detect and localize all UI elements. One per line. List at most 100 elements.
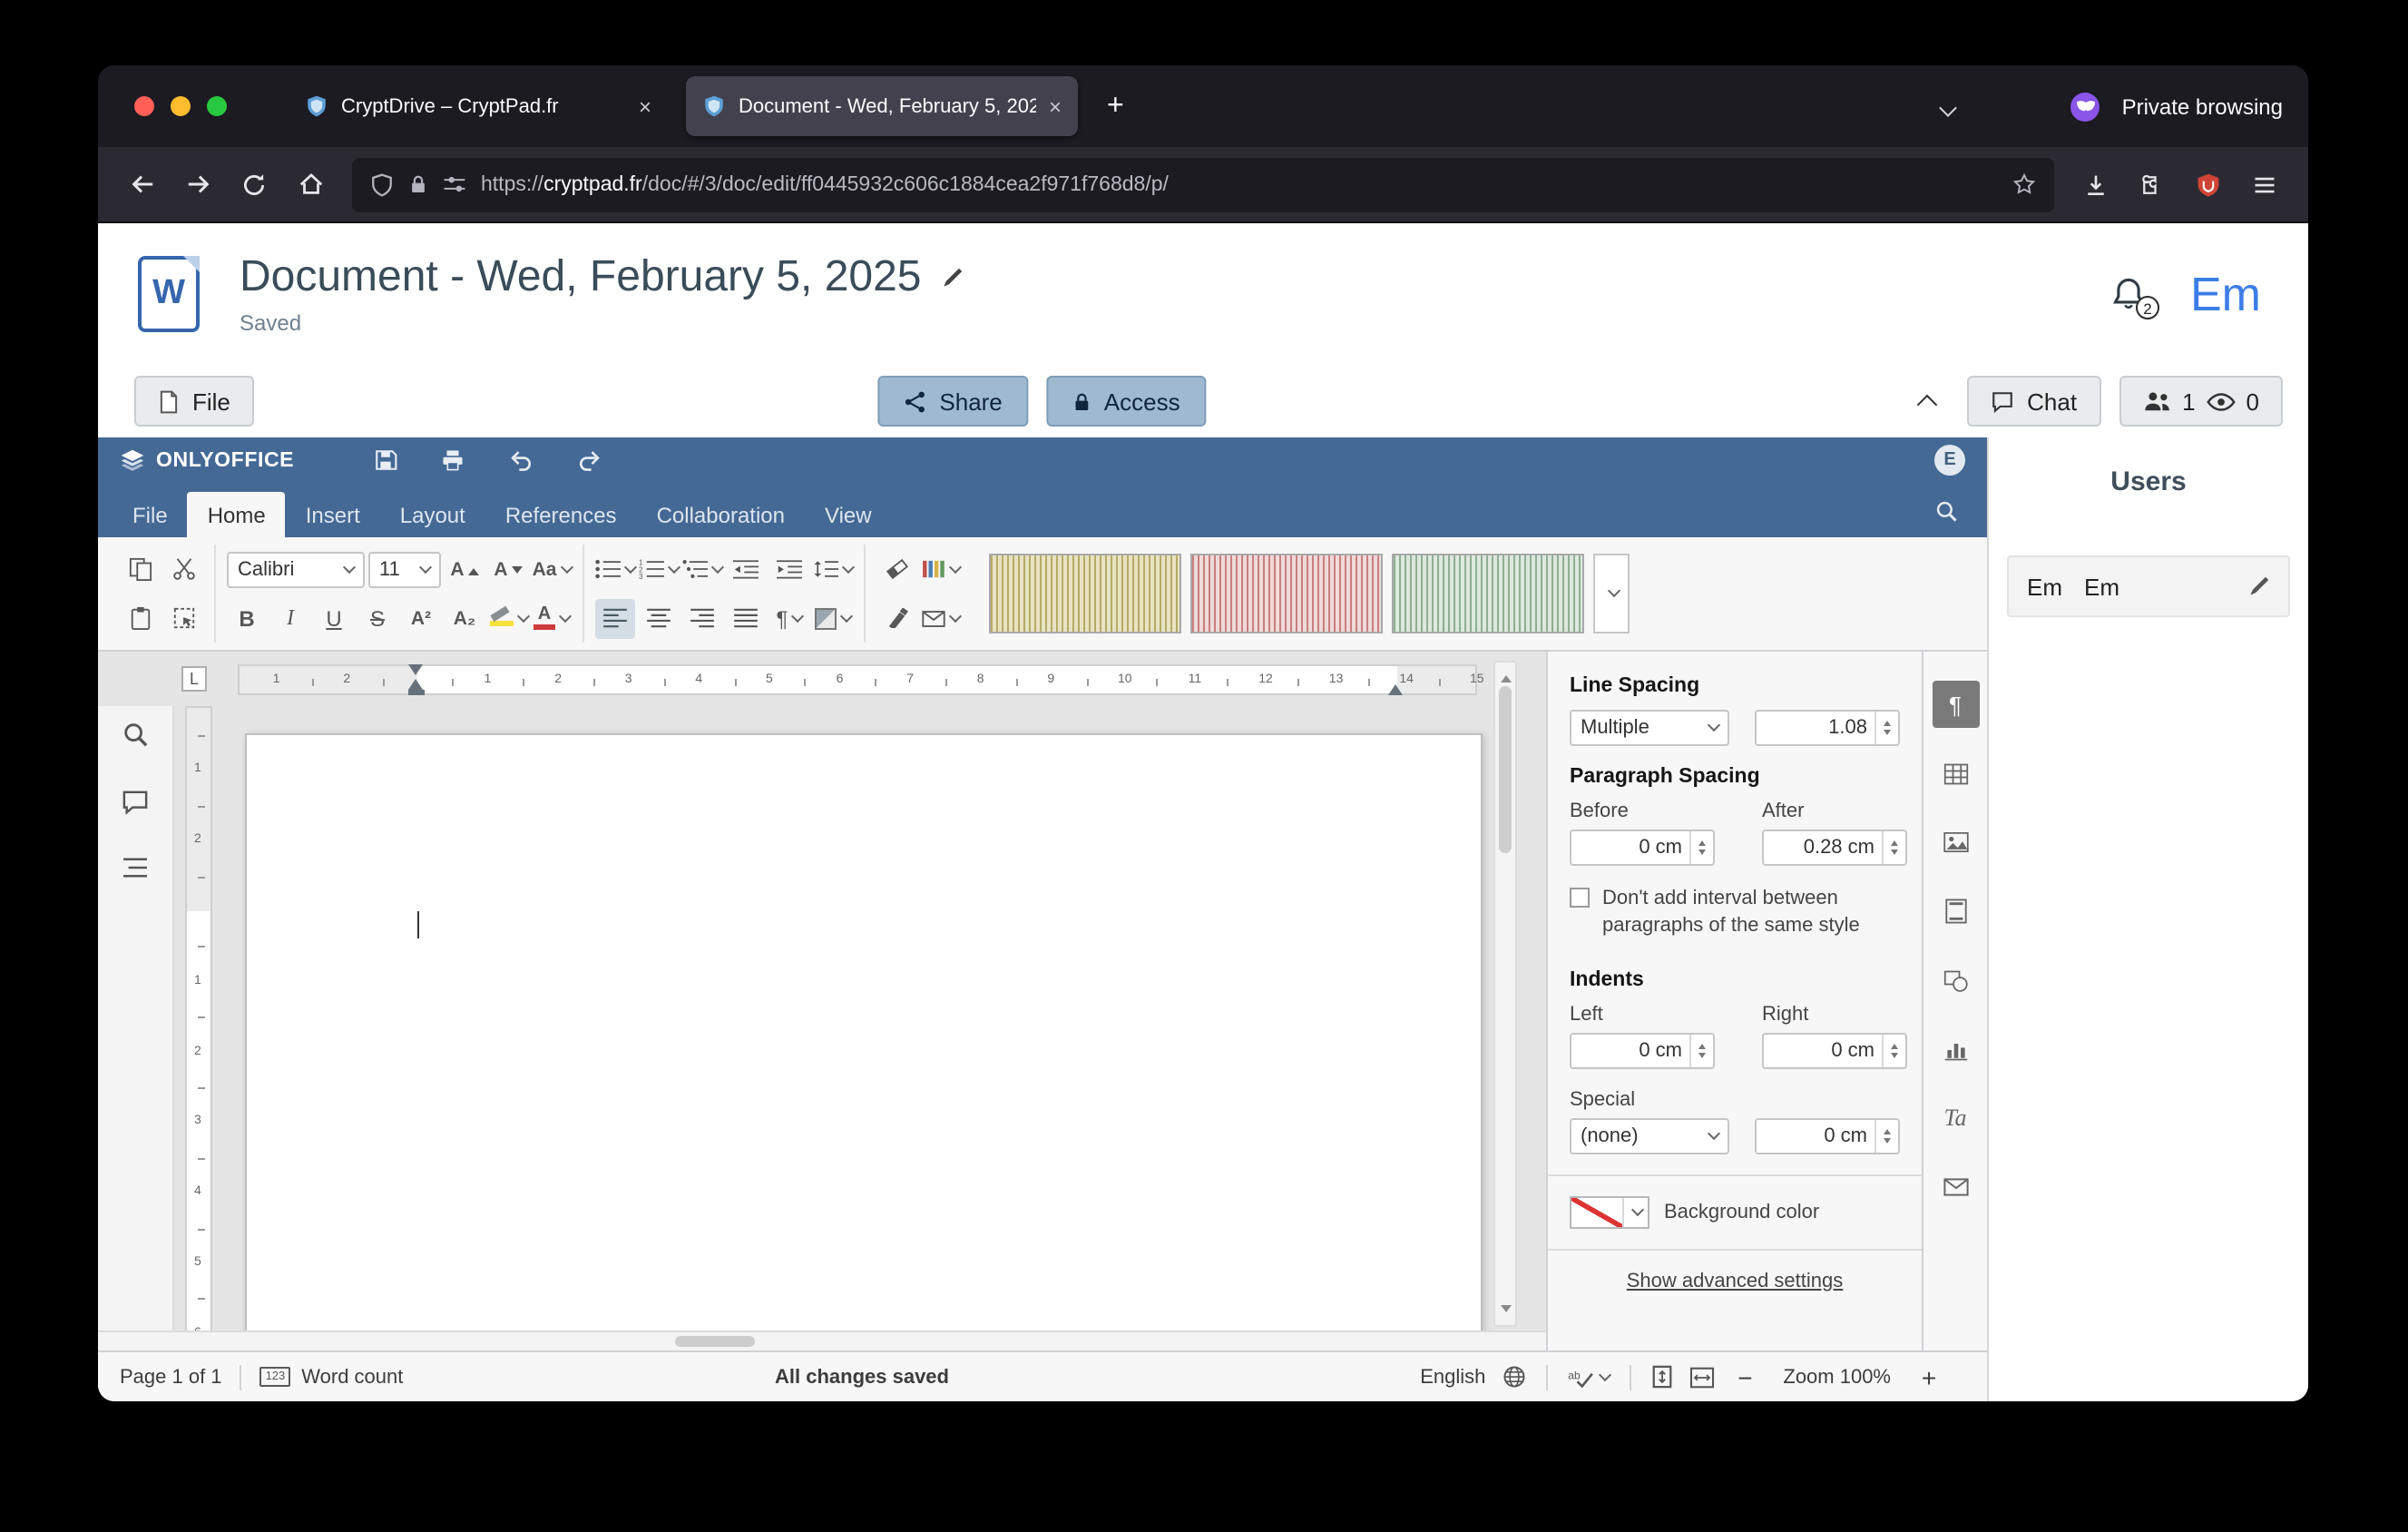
highlight-color-icon[interactable] xyxy=(488,598,528,638)
style-preview[interactable] xyxy=(1190,554,1383,633)
print-icon[interactable] xyxy=(441,448,465,472)
word-count-label[interactable]: Word count xyxy=(301,1366,403,1388)
notifications-bell-icon[interactable]: 2 xyxy=(2110,276,2147,312)
align-justify-icon[interactable] xyxy=(726,598,766,638)
back-icon[interactable] xyxy=(116,159,167,210)
background-color-swatch[interactable] xyxy=(1570,1196,1649,1229)
change-case-icon[interactable]: Aa xyxy=(532,549,572,589)
increase-font-icon[interactable]: A xyxy=(445,549,485,589)
list-tabs-chevron-icon[interactable] xyxy=(1943,90,1955,123)
line-spacing-icon[interactable] xyxy=(813,549,853,589)
user-list-item[interactable]: Em Em xyxy=(2007,555,2290,617)
tab-close-icon[interactable]: × xyxy=(639,95,651,117)
edit-title-pencil-icon[interactable] xyxy=(940,266,964,290)
textart-settings-icon[interactable]: Ta xyxy=(1932,1095,1979,1142)
underline-icon[interactable]: U xyxy=(314,598,354,638)
paragraph-marks-icon[interactable]: ¶ xyxy=(769,598,809,638)
fit-width-icon[interactable] xyxy=(1689,1366,1714,1388)
file-button[interactable]: File xyxy=(134,376,254,427)
downloads-icon[interactable] xyxy=(2070,159,2121,210)
close-window-button[interactable] xyxy=(134,96,154,116)
superscript-icon[interactable]: A² xyxy=(401,598,441,638)
vertical-scrollbar[interactable] xyxy=(1493,661,1517,1327)
copy-icon[interactable] xyxy=(120,549,160,589)
clear-style-icon[interactable] xyxy=(876,549,916,589)
minimize-window-button[interactable] xyxy=(171,96,191,116)
access-button[interactable]: Access xyxy=(1046,376,1206,427)
bold-icon[interactable]: B xyxy=(227,598,267,638)
scroll-down-arrow-icon[interactable] xyxy=(1501,1305,1512,1318)
mail-merge-settings-icon[interactable] xyxy=(1932,1164,1979,1211)
font-name-select[interactable]: Calibri xyxy=(227,551,365,587)
spellcheck-icon[interactable]: ab xyxy=(1567,1366,1609,1388)
subscript-icon[interactable]: A₂ xyxy=(445,598,485,638)
save-icon[interactable] xyxy=(374,448,397,472)
indent-left-input[interactable]: 0 cm xyxy=(1570,1033,1715,1069)
chat-button[interactable]: Chat xyxy=(1967,376,2100,427)
paragraph-settings-icon[interactable]: ¶ xyxy=(1932,681,1979,728)
bullet-list-icon[interactable] xyxy=(595,549,635,589)
reload-icon[interactable] xyxy=(229,159,279,210)
horizontal-scrollbar-thumb[interactable] xyxy=(675,1336,755,1347)
permissions-sliders-icon[interactable] xyxy=(443,172,466,196)
copy-style-icon[interactable] xyxy=(876,598,916,638)
background-color-chevron-icon[interactable] xyxy=(1622,1198,1648,1227)
style-preview[interactable] xyxy=(989,554,1181,633)
line-spacing-select[interactable]: Multiple xyxy=(1570,710,1729,746)
indent-right-input[interactable]: 0 cm xyxy=(1762,1033,1907,1069)
horizontal-scrollbar[interactable] xyxy=(98,1331,1546,1350)
presence-counts[interactable]: 1 0 xyxy=(2119,376,2283,427)
special-amount-input[interactable]: 0 cm xyxy=(1755,1118,1900,1154)
forward-icon[interactable] xyxy=(172,159,223,210)
image-settings-icon[interactable] xyxy=(1932,819,1979,866)
share-button[interactable]: Share xyxy=(877,376,1027,427)
spacing-before-input[interactable]: 0 cm xyxy=(1570,830,1715,866)
align-right-icon[interactable] xyxy=(682,598,722,638)
user-avatar[interactable]: Em xyxy=(2190,266,2261,322)
tab-close-icon[interactable]: × xyxy=(1049,95,1062,117)
numbered-list-icon[interactable]: 123 xyxy=(639,549,679,589)
url-text[interactable]: https://cryptpad.fr/doc/#/3/doc/edit/ff0… xyxy=(481,173,1998,195)
document-title[interactable]: Document - Wed, February 5, 2025 xyxy=(240,252,922,303)
tab-cryptdrive[interactable]: CryptDrive – CryptPad.fr × xyxy=(289,76,668,136)
vertical-scrollbar-thumb[interactable] xyxy=(1499,686,1512,853)
tab-document[interactable]: Document - Wed, February 5, 2025 × xyxy=(686,76,1078,136)
lock-icon[interactable] xyxy=(408,172,428,196)
spinner-buttons[interactable] xyxy=(1689,1035,1713,1067)
extensions-puzzle-icon[interactable] xyxy=(2127,159,2178,210)
chart-settings-icon[interactable] xyxy=(1932,1026,1979,1073)
interval-checkbox[interactable] xyxy=(1570,888,1590,908)
globe-icon[interactable] xyxy=(1502,1365,1525,1389)
collapse-toolbar-chevron-icon[interactable] xyxy=(1905,379,1949,423)
edit-name-pencil-icon[interactable] xyxy=(2246,574,2270,598)
color-scheme-icon[interactable] xyxy=(920,549,960,589)
url-bar[interactable]: https://cryptpad.fr/doc/#/3/doc/edit/ff0… xyxy=(352,157,2054,211)
new-tab-button[interactable]: + xyxy=(1107,90,1124,123)
menu-tab-insert[interactable]: Insert xyxy=(286,492,380,537)
vertical-ruler[interactable]: 21123456 xyxy=(185,706,212,1350)
home-icon[interactable] xyxy=(285,159,336,210)
tracking-protection-shield-icon[interactable] xyxy=(370,172,394,197)
menu-tab-collaboration[interactable]: Collaboration xyxy=(637,492,805,537)
header-footer-settings-icon[interactable] xyxy=(1932,888,1979,935)
font-color-icon[interactable]: A xyxy=(532,598,572,638)
align-left-icon[interactable] xyxy=(595,598,635,638)
language-label[interactable]: English xyxy=(1420,1366,1485,1388)
menu-tab-file[interactable]: File xyxy=(113,492,188,537)
navigation-headings-icon[interactable] xyxy=(122,857,149,879)
special-select[interactable]: (none) xyxy=(1570,1118,1729,1154)
zoom-in-button[interactable]: + xyxy=(1914,1362,1943,1391)
search-icon[interactable] xyxy=(122,721,149,748)
horizontal-ruler[interactable]: 21123456789101112131415 xyxy=(238,664,1477,695)
spacing-after-input[interactable]: 0.28 cm xyxy=(1762,830,1907,866)
show-advanced-settings-link[interactable]: Show advanced settings xyxy=(1570,1271,1900,1292)
ublock-origin-icon[interactable] xyxy=(2183,159,2234,210)
page-indicator[interactable]: Page 1 of 1 xyxy=(120,1366,222,1388)
shading-icon[interactable] xyxy=(813,598,853,638)
decrease-font-icon[interactable]: A xyxy=(488,549,528,589)
spinner-buttons[interactable] xyxy=(1875,712,1898,744)
strikethrough-icon[interactable]: S xyxy=(357,598,397,638)
shape-settings-icon[interactable] xyxy=(1932,957,1979,1004)
editor-search-icon[interactable] xyxy=(1934,498,1958,522)
menu-tab-view[interactable]: View xyxy=(805,492,892,537)
